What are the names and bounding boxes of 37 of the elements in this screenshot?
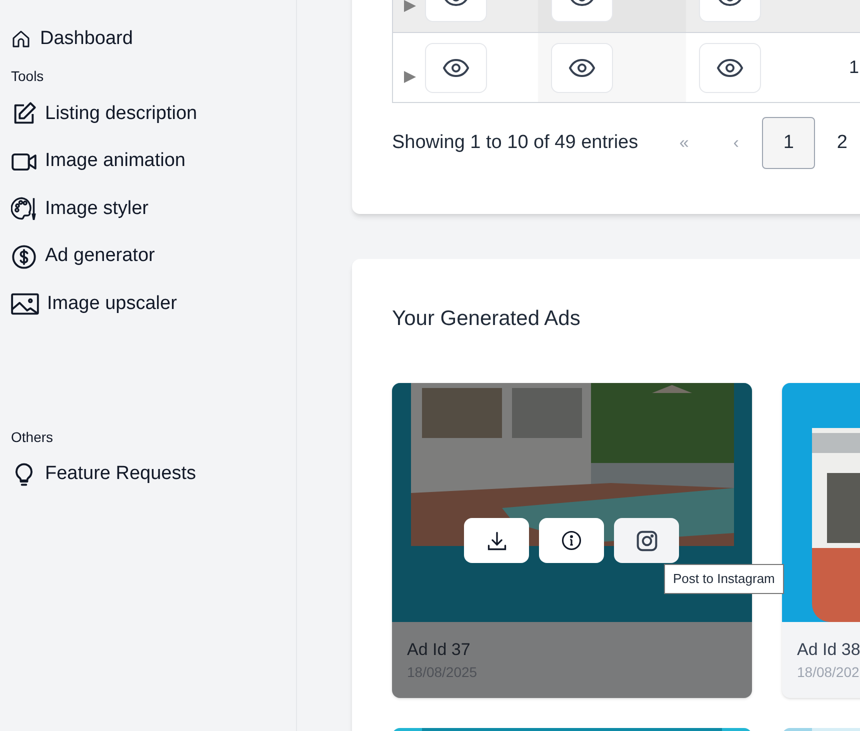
section-title: Your Generated Ads [392, 306, 582, 331]
view-button[interactable] [425, 42, 487, 92]
nav-link[interactable]: Image animation [11, 146, 186, 176]
page-button[interactable]: 1 [762, 117, 816, 169]
palette-icon [11, 196, 37, 222]
nav-link[interactable]: Listing description [11, 99, 198, 129]
dollar-icon [11, 244, 37, 270]
tooltip: Post to Instagram [664, 564, 784, 594]
image-icon [11, 291, 39, 317]
eye-icon [442, 58, 470, 78]
nav-link[interactable]: Image upscaler [11, 289, 177, 319]
ad-date: 18/08/202 [797, 663, 860, 682]
nav-link[interactable]: Image styler [11, 194, 148, 224]
view-button[interactable] [699, 42, 761, 92]
table-cell-text: 1 [848, 56, 859, 79]
expand-arrow-icon[interactable] [404, 0, 416, 12]
expand-arrow-icon[interactable] [404, 70, 416, 82]
download-icon [486, 530, 508, 552]
nav-link[interactable]: Feature Requests [11, 460, 196, 490]
ad-title: Ad Id 37 [407, 639, 470, 661]
eye-icon [568, 58, 596, 78]
section-heading: Others [11, 428, 54, 446]
home-icon [11, 29, 31, 49]
section-heading: Tools [11, 67, 44, 86]
nav-link[interactable]: Dashboard [11, 26, 133, 52]
info-button[interactable] [539, 518, 604, 563]
page-button[interactable]: 2 [817, 117, 860, 169]
nav-link[interactable]: Ad generator [11, 242, 155, 272]
ad-title: Ad Id 38 [797, 639, 860, 661]
instagram-icon [636, 530, 658, 552]
ad-card[interactable]: Ad Id 38 18/08/202 [782, 383, 860, 698]
entries-summary: Showing 1 to 10 of 49 entries [392, 130, 638, 155]
view-button[interactable] [551, 42, 613, 92]
info-icon [561, 530, 582, 551]
download-button[interactable] [464, 518, 529, 563]
instagram-button[interactable] [614, 518, 679, 563]
eye-icon [716, 58, 744, 78]
